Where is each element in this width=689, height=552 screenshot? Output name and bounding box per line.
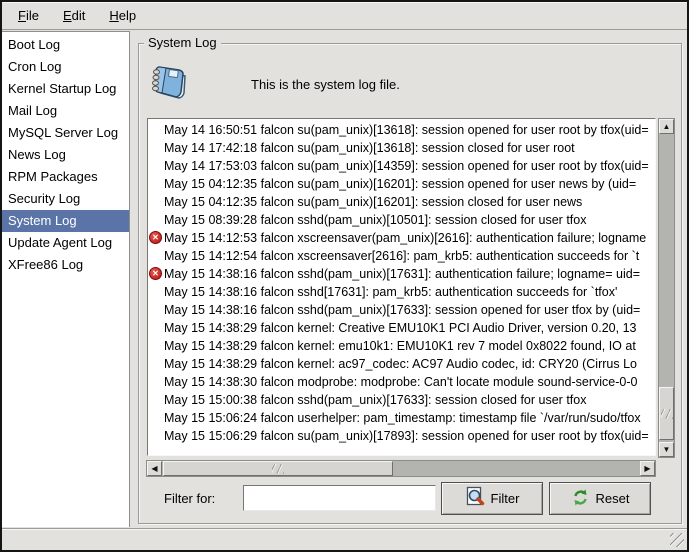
frame-title: System Log	[144, 35, 221, 50]
left-arrow-icon: ◀	[151, 464, 157, 473]
log-row[interactable]: May 15 08:39:28 falcon sshd(pam_unix)[10…	[148, 211, 655, 229]
status-bar	[2, 528, 687, 550]
reset-button-label: Reset	[596, 491, 630, 506]
log-row[interactable]: May 15 04:12:35 falcon su(pam_unix)[1620…	[148, 175, 655, 193]
scroll-right-button[interactable]: ▶	[640, 461, 655, 476]
right-arrow-icon: ▶	[644, 464, 650, 473]
log-row[interactable]: May 15 15:00:38 falcon sshd(pam_unix)[17…	[148, 391, 655, 409]
log-type-list: Boot Log Cron Log Kernel Startup Log Mai…	[2, 31, 130, 527]
sidebar-item-kernel-startup-log[interactable]: Kernel Startup Log	[2, 78, 129, 100]
scrollbar-grip	[272, 464, 284, 474]
log-row[interactable]: May 15 14:38:29 falcon kernel: ac97_code…	[148, 355, 655, 373]
sidebar-item-system-log[interactable]: System Log	[2, 210, 129, 232]
sidebar-item-security-log[interactable]: Security Log	[2, 188, 129, 210]
sidebar-item-cron-log[interactable]: Cron Log	[2, 56, 129, 78]
sidebar-item-boot-log[interactable]: Boot Log	[2, 34, 129, 56]
filter-magnifier-icon	[465, 486, 485, 511]
horizontal-scrollbar[interactable]: ◀ ▶	[146, 460, 656, 477]
menu-bar: File Edit Help	[2, 2, 687, 30]
sidebar-item-update-agent-log[interactable]: Update Agent Log	[2, 232, 129, 254]
log-row[interactable]: May 15 15:06:29 falcon su(pam_unix)[1789…	[148, 427, 655, 445]
filter-button-label: Filter	[491, 491, 520, 506]
horizontal-scrollbar-thumb[interactable]	[163, 461, 393, 476]
log-row-text: May 15 14:12:53 falcon xscreensaver(pam_…	[164, 231, 646, 245]
filter-label: Filter for:	[164, 491, 215, 506]
scrollbar-grip	[661, 409, 673, 419]
up-arrow-icon: ▲	[663, 122, 671, 131]
sidebar-item-mail-log[interactable]: Mail Log	[2, 100, 129, 122]
sidebar-item-rpm-packages[interactable]: RPM Packages	[2, 166, 129, 188]
log-row[interactable]: May 15 15:06:24 falcon userhelper: pam_t…	[148, 409, 655, 427]
log-row[interactable]: May 15 14:38:16 falcon sshd[17631]: pam_…	[148, 283, 655, 301]
reset-refresh-icon	[571, 488, 590, 510]
vertical-scrollbar-thumb[interactable]	[659, 387, 674, 440]
log-row[interactable]: May 15 14:38:29 falcon kernel: Creative …	[148, 319, 655, 337]
log-description: This is the system log file.	[251, 77, 400, 92]
sidebar-item-mysql-server-log[interactable]: MySQL Server Log	[2, 122, 129, 144]
reset-button[interactable]: Reset	[549, 482, 651, 515]
sidebar-item-news-log[interactable]: News Log	[2, 144, 129, 166]
log-row[interactable]: May 15 14:38:30 falcon modprobe: modprob…	[148, 373, 655, 391]
scroll-up-button[interactable]: ▲	[659, 119, 674, 134]
menu-help[interactable]: Help	[97, 2, 148, 29]
filter-input[interactable]	[243, 485, 436, 511]
system-log-frame: System Log This is the system log file. …	[138, 43, 682, 524]
menu-edit[interactable]: Edit	[51, 2, 97, 29]
log-row[interactable]: May 15 04:12:35 falcon su(pam_unix)[1620…	[148, 193, 655, 211]
log-row-error[interactable]: ✕May 15 14:12:53 falcon xscreensaver(pam…	[148, 229, 655, 247]
filter-button[interactable]: Filter	[441, 482, 543, 515]
sidebar-item-xfree86-log[interactable]: XFree86 Log	[2, 254, 129, 276]
log-row[interactable]: May 15 14:38:16 falcon sshd(pam_unix)[17…	[148, 301, 655, 319]
log-lines-view[interactable]: May 14 16:50:51 falcon su(pam_unix)[1361…	[147, 118, 656, 456]
error-icon: ✕	[149, 231, 162, 244]
log-viewer-window: File Edit Help Boot Log Cron Log Kernel …	[0, 0, 689, 552]
scroll-down-button[interactable]: ▼	[659, 442, 674, 457]
resize-grip-icon[interactable]	[670, 533, 684, 547]
log-row-error[interactable]: ✕May 15 14:38:16 falcon sshd(pam_unix)[1…	[148, 265, 655, 283]
log-row[interactable]: May 15 14:38:29 falcon kernel: emu10k1: …	[148, 337, 655, 355]
down-arrow-icon: ▼	[663, 445, 671, 454]
error-icon: ✕	[149, 267, 162, 280]
scroll-left-button[interactable]: ◀	[147, 461, 162, 476]
log-row[interactable]: May 15 14:12:54 falcon xscreensaver[2616…	[148, 247, 655, 265]
log-row-text: May 15 14:38:16 falcon sshd(pam_unix)[17…	[164, 267, 640, 281]
menu-file[interactable]: File	[6, 2, 51, 29]
vertical-scrollbar[interactable]: ▲ ▼	[658, 118, 675, 458]
log-book-icon	[149, 62, 193, 109]
log-row[interactable]: May 14 16:50:51 falcon su(pam_unix)[1361…	[148, 121, 655, 139]
log-row[interactable]: May 14 17:53:03 falcon su(pam_unix)[1435…	[148, 157, 655, 175]
log-row[interactable]: May 14 17:42:18 falcon su(pam_unix)[1361…	[148, 139, 655, 157]
